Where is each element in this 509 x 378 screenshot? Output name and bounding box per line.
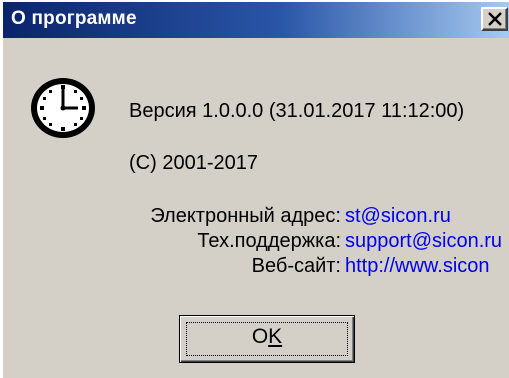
ok-button[interactable]: OK <box>179 315 355 363</box>
version-text: Версия 1.0.0.0 (31.01.2017 11:12:00) <box>129 100 465 122</box>
close-x-icon <box>488 12 502 26</box>
website-link[interactable]: http://www.sicon <box>345 255 490 278</box>
window-title: О программе <box>11 8 137 29</box>
email-link[interactable]: st@sicon.ru <box>345 205 451 228</box>
title-bar[interactable]: О программе <box>3 2 509 38</box>
ok-button-label: OK <box>180 325 354 349</box>
ok-label-accelerator: K <box>268 325 283 348</box>
ok-label-main: O <box>251 325 269 348</box>
support-label: Тех.поддержка: <box>197 230 341 252</box>
clock-icon <box>31 78 95 138</box>
copyright-text: (C) 2001-2017 <box>129 152 258 174</box>
email-label: Электронный адрес: <box>150 205 341 227</box>
support-link[interactable]: support@sicon.ru <box>345 230 502 253</box>
close-button[interactable] <box>481 7 508 31</box>
website-label: Веб-сайт: <box>251 255 341 277</box>
about-dialog: О программе Версия 1.0.0.0 (31.01.2017 1… <box>0 0 509 378</box>
